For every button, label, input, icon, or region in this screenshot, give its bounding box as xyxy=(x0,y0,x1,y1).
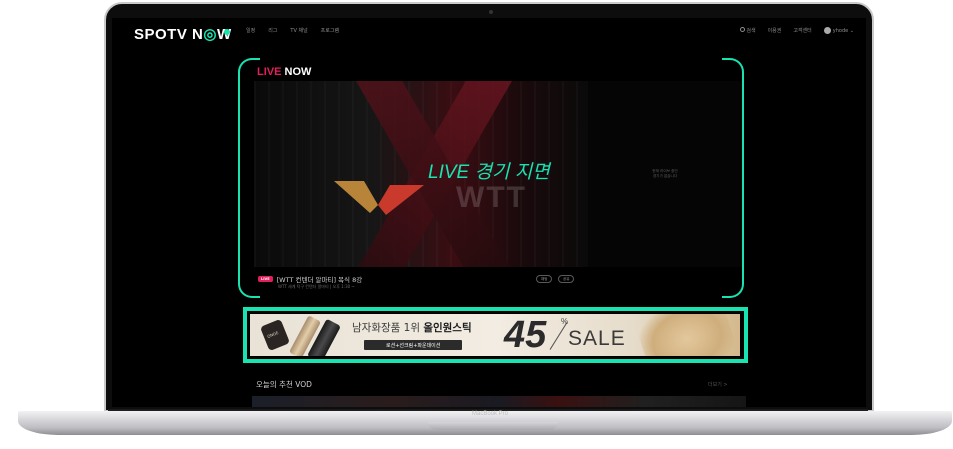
wtt-logo-icon xyxy=(334,181,424,215)
live-match-subtitle: WTT 세계 탁구 컨텐더 알마티 | 오후 1:30 ~ xyxy=(278,284,355,289)
screen: SPOTV N◎W 일정 리그 TV 채널 프로그램 검색 이용권 고객센터 y… xyxy=(112,18,866,407)
live-area-bracket-left xyxy=(238,58,260,298)
live-match-info[interactable]: LIVE [WTT 컨텐더 알마티] 복식 8강 xyxy=(258,274,362,284)
discount-slash xyxy=(549,322,568,350)
now-word: NOW xyxy=(284,66,312,78)
discount-number: 45 xyxy=(504,314,547,356)
ad-banner[interactable]: ONGE 남자화장품 1위 올인원스틱 로션+선크림+파운데이션 45 % SA… xyxy=(250,314,740,356)
live-area-annotation: LIVE 경기 지면 xyxy=(428,162,550,183)
live-area-bracket-right xyxy=(722,58,744,298)
vod-thumbnail-row[interactable] xyxy=(252,396,746,407)
chat-chip-button[interactable]: 채팅 xyxy=(536,275,553,283)
home-indicator-icon[interactable] xyxy=(224,29,230,35)
banner-headline-bold: 올인원스틱 xyxy=(423,322,472,334)
search-icon xyxy=(740,27,746,32)
user-menu[interactable]: yhode ⌄ xyxy=(823,27,854,34)
logo-play-icon: ◎ xyxy=(203,26,217,43)
banner-headline: 남자화장품 1위 올인원스틱 xyxy=(352,320,472,335)
nav-item-program[interactable]: 프로그램 xyxy=(321,27,339,34)
vod-section-title: 오늘의 추천 VOD xyxy=(256,380,312,389)
voucher-link[interactable]: 이용권 xyxy=(768,27,782,34)
top-navigation: SPOTV N◎W 일정 리그 TV 채널 프로그램 검색 이용권 고객센터 y… xyxy=(112,18,866,48)
search-button[interactable]: 검색 xyxy=(740,27,756,34)
logo-prefix: SPOTV N xyxy=(134,26,204,43)
device-label: MacBook Pro xyxy=(471,411,508,417)
live-now-heading: LIVE NOW xyxy=(257,66,311,78)
support-link[interactable]: 고객센터 xyxy=(793,27,811,34)
side-panel-message: 현재 라이브 중인 경기가 없습니다 xyxy=(588,169,742,179)
camera-icon xyxy=(489,10,493,14)
nav-utilities: 검색 이용권 고객센터 yhode ⌄ xyxy=(740,27,854,34)
banner-headline-text: 남자화장품 1위 xyxy=(352,322,424,334)
side-text-line: 경기가 없습니다 xyxy=(652,174,678,178)
avatar xyxy=(823,27,831,34)
nav-item-league[interactable]: 리그 xyxy=(268,27,277,34)
search-label: 검색 xyxy=(746,28,756,34)
user-name: yhode ⌄ xyxy=(832,28,854,34)
share-chip-button[interactable]: 공유 xyxy=(558,275,575,283)
sale-text: SALE xyxy=(568,327,626,350)
percent-sign: % xyxy=(561,317,569,326)
main-menu: 일정 리그 TV 채널 프로그램 xyxy=(246,27,339,34)
live-side-panel: 현재 라이브 중인 경기가 없습니다 xyxy=(588,81,742,267)
laptop-notch xyxy=(428,422,558,430)
banner-subtitle: 로션+선크림+파운데이션 xyxy=(364,340,463,350)
cream-swatch-image xyxy=(633,314,740,356)
live-word: LIVE xyxy=(257,66,282,78)
nav-item-tv-channel[interactable]: TV 채널 xyxy=(290,27,307,34)
live-match-title: [WTT 컨텐더 알마티] 복식 8강 xyxy=(276,276,363,284)
spotv-now-logo[interactable]: SPOTV N◎W xyxy=(134,25,232,43)
live-badge: LIVE xyxy=(258,276,273,282)
player-logo-text: WTT xyxy=(456,181,527,214)
vod-more-link[interactable]: 더보기 > xyxy=(708,381,728,388)
nav-item-schedule[interactable]: 일정 xyxy=(246,27,255,34)
